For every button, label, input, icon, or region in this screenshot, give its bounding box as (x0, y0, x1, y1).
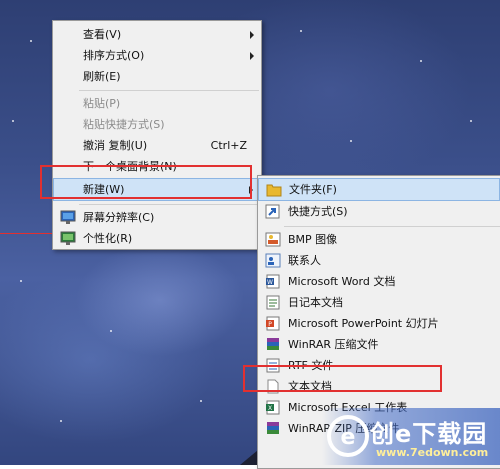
menu-item-undo-copy[interactable]: 撤消 复制(U) Ctrl+Z (53, 135, 261, 156)
submenu-item-shortcut[interactable]: 快捷方式(S) (258, 201, 500, 222)
annotation-box-new (40, 165, 252, 199)
powerpoint-icon: P (266, 316, 280, 331)
submenu-item-winrar[interactable]: WinRAR 压缩文件 (258, 334, 500, 355)
submenu-item-powerpoint[interactable]: P Microsoft PowerPoint 幻灯片 (258, 313, 500, 334)
menu-item-personalize[interactable]: 个性化(R) (53, 228, 261, 249)
watermark-brand: 创e下载园 (370, 420, 488, 448)
menu-separator (79, 204, 259, 205)
menu-separator (284, 226, 500, 227)
undo-shortcut: Ctrl+Z (210, 139, 247, 152)
word-icon: W (266, 274, 280, 289)
personalize-icon (60, 231, 76, 245)
excel-icon: X (266, 400, 280, 415)
folder-icon (266, 184, 282, 197)
svg-text:P: P (268, 321, 272, 328)
submenu-item-word[interactable]: W Microsoft Word 文档 (258, 271, 500, 292)
desktop-context-menu: 查看(V) 排序方式(O) 刷新(E) 粘贴(P) 粘贴快捷方式(S) 撤消 复… (52, 20, 262, 250)
winrar-zip-icon (267, 422, 279, 434)
journal-icon (266, 295, 280, 310)
menu-item-paste-shortcut[interactable]: 粘贴快捷方式(S) (53, 114, 261, 135)
submenu-item-journal[interactable]: 日记本文档 (258, 292, 500, 313)
bmp-icon (265, 232, 281, 247)
submenu-item-bmp[interactable]: BMP 图像 (258, 229, 500, 250)
winrar-icon (267, 338, 279, 350)
svg-text:X: X (268, 405, 272, 412)
submenu-arrow-icon (250, 31, 254, 39)
annotation-box-text-document (243, 365, 442, 392)
menu-separator (79, 90, 259, 91)
menu-item-paste[interactable]: 粘贴(P) (53, 93, 261, 114)
menu-item-refresh[interactable]: 刷新(E) (53, 66, 261, 87)
shortcut-icon (265, 204, 280, 219)
svg-text:W: W (267, 279, 273, 286)
watermark-logo-icon: e (327, 415, 369, 457)
contact-icon (265, 253, 281, 268)
submenu-item-contact[interactable]: 联系人 (258, 250, 500, 271)
submenu-item-folder[interactable]: 文件夹(F) (258, 178, 500, 201)
svg-text:e: e (341, 425, 356, 450)
watermark: e 创e下载园 www.7edown.com (322, 408, 500, 465)
menu-item-screen-resolution[interactable]: 屏幕分辨率(C) (53, 207, 261, 228)
menu-item-view[interactable]: 查看(V) (53, 24, 261, 45)
submenu-arrow-icon (250, 52, 254, 60)
menu-item-sort-by[interactable]: 排序方式(O) (53, 45, 261, 66)
watermark-url: www.7edown.com (376, 446, 489, 459)
display-icon (60, 210, 76, 224)
